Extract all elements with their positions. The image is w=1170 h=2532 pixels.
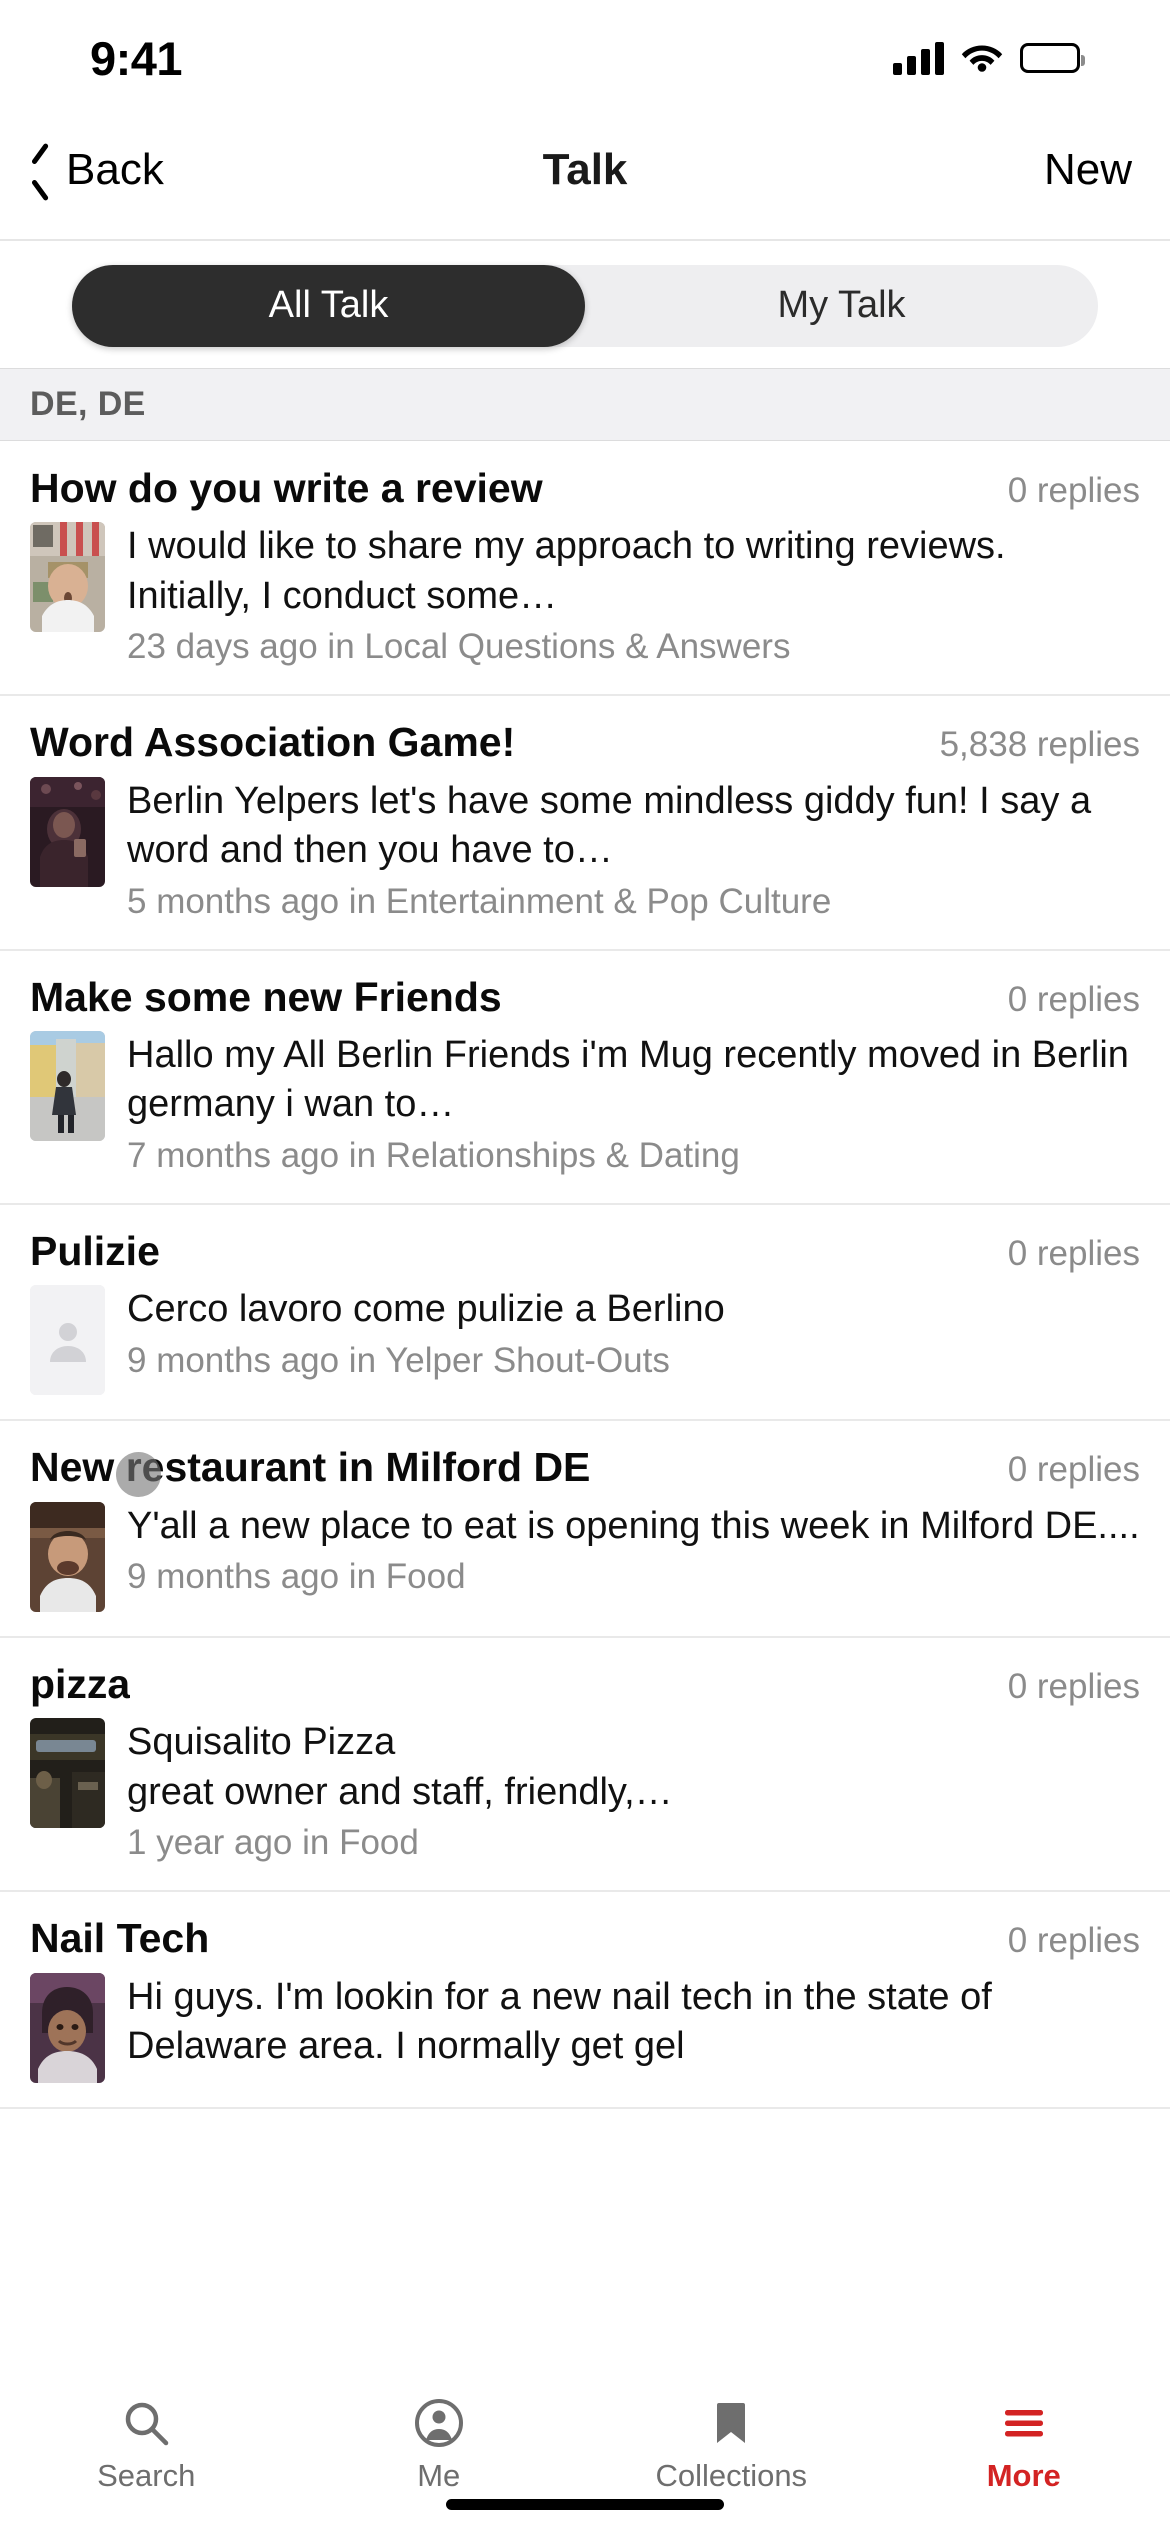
tab-collections-label: Collections — [655, 2458, 808, 2493]
phone-screen: 9:41 Back Talk New All Talk My Talk DE, … — [0, 0, 1170, 2532]
thread-body: Berlin Yelpers let's have some mindless … — [30, 776, 1140, 925]
thread-text-block: Squisalito Pizza great owner and staff, … — [127, 1718, 1140, 1866]
reply-count: 0 replies — [1007, 1450, 1140, 1490]
thread-text-block: Y'all a new place to eat is opening this… — [127, 1502, 1140, 1601]
photo-thumbnail — [30, 522, 105, 633]
reply-count: 0 replies — [1007, 1666, 1140, 1706]
status-bar-indicators — [893, 40, 1085, 77]
tab-all-talk[interactable]: All Talk — [72, 264, 585, 347]
thread-title: Word Association Game! — [30, 719, 516, 766]
thread-header: Word Association Game! 5,838 replies — [30, 718, 1140, 766]
thread-text-block: Hi guys. I'm lookin for a new nail tech … — [127, 1973, 1140, 2075]
back-button[interactable]: Back — [30, 145, 164, 195]
thread-title: Nail Tech — [30, 1915, 210, 1962]
status-bar-time: 9:41 — [90, 31, 183, 85]
tab-more-label: More — [986, 2458, 1061, 2493]
photo-thumbnail — [30, 1501, 105, 1612]
photo-thumbnail — [30, 776, 105, 887]
thread-snippet: Hallo my All Berlin Friends i'm Mug rece… — [127, 1034, 1129, 1126]
wifi-icon — [961, 40, 1003, 77]
reply-count: 0 replies — [1007, 979, 1140, 1019]
photo-thumbnail — [30, 1031, 105, 1142]
thread-meta: 1 year ago in Food — [127, 1822, 419, 1862]
tab-my-talk[interactable]: My Talk — [585, 265, 1098, 347]
chevron-left-icon — [30, 151, 52, 189]
table-row[interactable]: Word Association Game! 5,838 replies Ber… — [0, 696, 1170, 951]
reply-count: 0 replies — [1007, 471, 1140, 510]
thread-body: Cerco lavoro come pulizie a Berlino 9 mo… — [30, 1285, 1140, 1396]
reply-count: 5,838 replies — [939, 725, 1140, 765]
tab-search[interactable]: Search — [0, 2380, 293, 2532]
table-row[interactable]: Make some new Friends 0 replies Hallo my… — [0, 950, 1170, 1206]
search-icon — [120, 2396, 172, 2450]
photo-thumbnail — [30, 1718, 105, 1829]
thread-text-block: Berlin Yelpers let's have some mindless … — [127, 777, 1140, 925]
thread-meta: 9 months ago in Yelper Shout-Outs — [127, 1340, 670, 1380]
table-row[interactable]: Pulizie 0 replies Cerco lavoro come puli… — [0, 1205, 1170, 1422]
thread-body: Y'all a new place to eat is opening this… — [30, 1501, 1140, 1612]
home-indicator[interactable] — [446, 2499, 724, 2510]
thread-snippet: Squisalito Pizza great owner and staff, … — [127, 1721, 673, 1813]
person-icon — [30, 1285, 105, 1396]
tab-search-label: Search — [97, 2458, 196, 2493]
tab-me-label: Me — [417, 2458, 461, 2493]
thread-header: How do you write a review 0 replies — [30, 464, 1140, 512]
thread-text-block: I would like to share my approach to wri… — [127, 522, 1140, 670]
thread-snippet: Berlin Yelpers let's have some mindless … — [127, 779, 1092, 872]
thread-snippet: Cerco lavoro come pulizie a Berlino — [127, 1288, 725, 1331]
segmented-control-container: All Talk My Talk — [0, 243, 1170, 368]
thread-meta: 9 months ago in Food — [127, 1557, 466, 1597]
page-title: Talk — [542, 144, 628, 194]
thread-title: New restaurant in Milford DE — [30, 1444, 591, 1491]
thread-body: Squisalito Pizza great owner and staff, … — [30, 1718, 1140, 1866]
thread-header: pizza 0 replies — [30, 1660, 1140, 1708]
thread-snippet: Hi guys. I'm lookin for a new nail tech … — [127, 1975, 992, 2067]
thread-header: Pulizie 0 replies — [30, 1227, 1140, 1275]
thread-snippet: I would like to share my approach to wri… — [127, 525, 1006, 617]
thread-meta: 7 months ago in Relationships & Dating — [127, 1135, 740, 1175]
thread-title: Make some new Friends — [30, 973, 502, 1020]
thread-header: Nail Tech 0 replies — [30, 1914, 1140, 1962]
location-section-header: DE, DE — [0, 368, 1170, 441]
thread-title: pizza — [30, 1660, 131, 1707]
location-label: DE, DE — [30, 385, 146, 423]
thread-header: New restaurant in Milford DE 0 replies — [30, 1443, 1140, 1491]
reply-count: 0 replies — [1007, 1234, 1140, 1274]
thread-body: Hi guys. I'm lookin for a new nail tech … — [30, 1972, 1140, 2083]
status-bar: 9:41 — [0, 0, 1170, 100]
user-placeholder-avatar — [30, 1285, 105, 1396]
thread-snippet: Y'all a new place to eat is opening this… — [127, 1504, 1140, 1547]
list-bottom-fade — [0, 2346, 1170, 2380]
hamburger-menu-icon — [998, 2396, 1050, 2450]
thread-header: Make some new Friends 0 replies — [30, 973, 1140, 1021]
table-row[interactable]: How do you write a review 0 replies I wo… — [0, 442, 1170, 697]
battery-full-icon — [1020, 43, 1085, 73]
tab-more[interactable]: More — [878, 2380, 1170, 2532]
thread-body: Hallo my All Berlin Friends i'm Mug rece… — [30, 1031, 1140, 1179]
thread-title: How do you write a review — [30, 465, 543, 511]
table-row[interactable]: New restaurant in Milford DE 0 replies Y… — [0, 1421, 1170, 1638]
thread-meta: 5 months ago in Entertainment & Pop Cult… — [127, 881, 832, 921]
thread-body: I would like to share my approach to wri… — [30, 522, 1140, 670]
talk-thread-list[interactable]: How do you write a review 0 replies I wo… — [0, 442, 1170, 2394]
navigation-bar: Back Talk New — [0, 100, 1170, 241]
new-topic-button[interactable]: New — [1044, 145, 1132, 195]
photo-thumbnail — [30, 1972, 105, 2083]
table-row[interactable]: pizza 0 replies Squisalito Pizza great o… — [0, 1637, 1170, 1893]
bookmark-icon — [705, 2396, 757, 2450]
thread-text-block: Hallo my All Berlin Friends i'm Mug rece… — [127, 1031, 1140, 1179]
person-circle-icon — [413, 2396, 465, 2450]
back-button-label: Back — [66, 144, 164, 194]
talk-segmented-control[interactable]: All Talk My Talk — [72, 264, 1098, 347]
thread-title: Pulizie — [30, 1228, 160, 1275]
thread-meta: 23 days ago in Local Questions & Answers — [127, 627, 791, 667]
signal-bars-icon — [893, 41, 944, 75]
thread-text-block: Cerco lavoro come pulizie a Berlino 9 mo… — [127, 1285, 1140, 1384]
table-row[interactable]: Nail Tech 0 replies Hi guys. I'm lookin … — [0, 1892, 1170, 2109]
reply-count: 0 replies — [1007, 1921, 1140, 1961]
